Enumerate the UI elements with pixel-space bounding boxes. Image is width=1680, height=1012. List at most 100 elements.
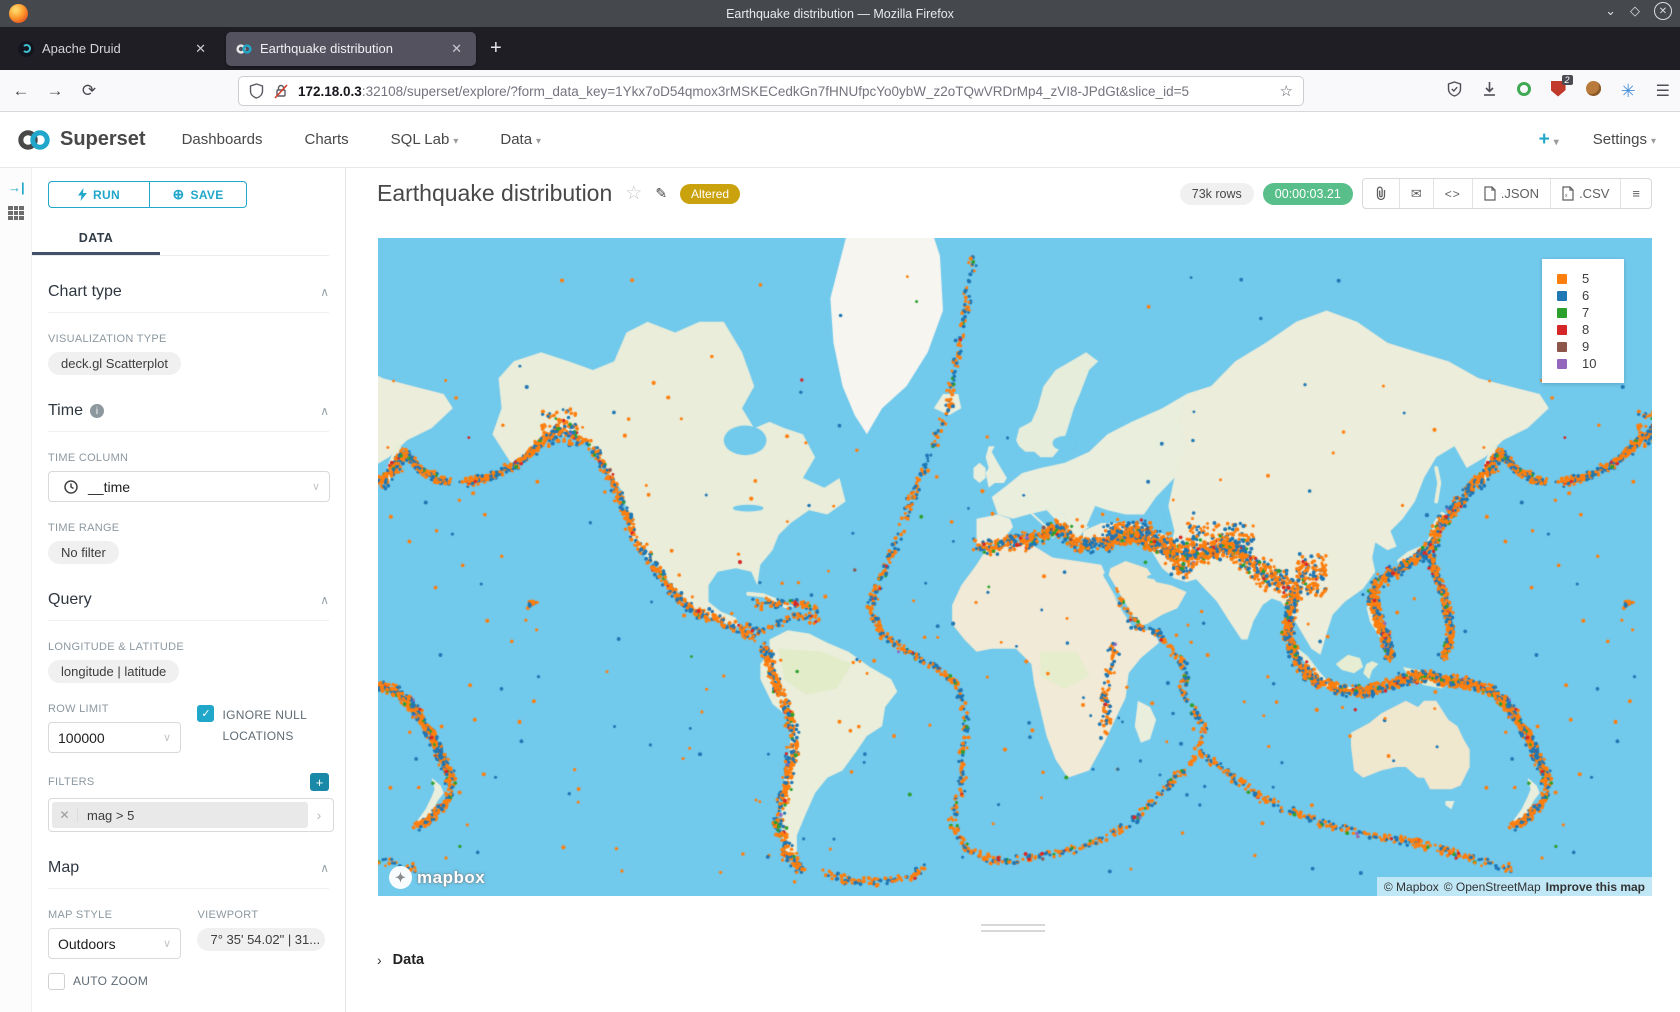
superset-logo[interactable]: Superset (16, 128, 146, 152)
export-csv-button[interactable]: x .CSV (1551, 179, 1621, 208)
map-canvas[interactable] (378, 238, 1652, 896)
tab-apache-druid[interactable]: Apache Druid ✕ (8, 32, 220, 66)
dataset-grid-icon[interactable] (8, 206, 24, 220)
legend-item: 5 (1557, 270, 1624, 287)
maximize-button[interactable]: ◇ (1630, 3, 1640, 19)
section-query[interactable]: Query ∧ (48, 591, 329, 621)
attribution-osm-link[interactable]: © OpenStreetMap (1444, 880, 1541, 894)
tracking-shield-icon[interactable] (249, 83, 264, 99)
chart-title: Earthquake distribution (377, 180, 612, 207)
reload-button[interactable]: ⟳ (72, 81, 106, 101)
ublock-icon[interactable]: 2 (1551, 81, 1566, 102)
filter-control: ✕ mag > 5 › (48, 798, 334, 832)
legend-label: 9 (1582, 339, 1589, 354)
back-button[interactable]: ← (4, 81, 38, 101)
envelope-icon: ✉ (1411, 186, 1422, 202)
url-bar[interactable]: 172.18.0.3:32108/superset/explore/?form_… (238, 76, 1304, 106)
legend-item: 7 (1557, 304, 1624, 321)
collapsed-datasource-rail: →| (0, 168, 32, 1012)
new-tab-button[interactable]: + (490, 37, 502, 60)
superset-navbar: Superset Dashboards Charts SQL Lab▾ Data… (0, 112, 1680, 168)
section-chart-type[interactable]: Chart type ∧ (48, 283, 329, 313)
section-map[interactable]: Map ∧ (48, 859, 329, 889)
downloads-icon[interactable] (1482, 81, 1497, 102)
druid-favicon (18, 41, 34, 57)
legend-label: 10 (1582, 356, 1596, 371)
tab-close-icon[interactable]: ✕ (447, 39, 466, 59)
attribution-mapbox-link[interactable]: © Mapbox (1384, 880, 1439, 894)
legend-swatch (1557, 308, 1567, 318)
map-legend: 5678 9 10 (1542, 259, 1624, 383)
expand-datasource-icon[interactable]: →| (8, 180, 25, 195)
lonlat-pill[interactable]: longitude | latitude (48, 660, 179, 683)
chevron-down-icon: ∨ (312, 480, 320, 493)
ignore-null-checkbox[interactable]: ✓ (197, 705, 214, 722)
run-button[interactable]: RUN (48, 181, 149, 208)
plus-circle-icon: ⊕ (172, 186, 184, 203)
chart-menu-button[interactable]: ≡ (1621, 179, 1651, 208)
favorite-star-icon[interactable]: ☆ (625, 182, 642, 205)
time-column-select[interactable]: __time ∨ (48, 471, 330, 502)
edit-properties-icon[interactable]: ✎ (655, 185, 667, 202)
chevron-right-icon[interactable]: › (308, 807, 330, 823)
settings-menu[interactable]: Settings▾ (1593, 131, 1656, 148)
auto-zoom-label: AUTO ZOOM (73, 971, 148, 992)
shield-check-extension-icon[interactable] (1447, 81, 1462, 102)
nav-charts[interactable]: Charts (304, 131, 348, 148)
export-json-button[interactable]: .JSON (1473, 179, 1551, 208)
row-limit-label: ROW LIMIT (48, 703, 197, 715)
save-button[interactable]: ⊕ SAVE (149, 181, 247, 208)
embed-code-button[interactable]: <> (1434, 179, 1473, 208)
row-limit-select[interactable]: 100000 ∨ (48, 722, 181, 753)
share-link-button[interactable] (1363, 179, 1400, 208)
sparkle-extension-icon[interactable]: ✳ (1621, 81, 1636, 102)
auto-zoom-checkbox[interactable] (48, 973, 65, 990)
chevron-up-icon: ∧ (320, 861, 329, 875)
panel-drag-handle[interactable] (981, 924, 1045, 936)
menu-hamburger-icon[interactable]: ☰ (1656, 81, 1670, 101)
tab-earthquake-distribution[interactable]: Earthquake distribution ✕ (226, 32, 476, 66)
bookmark-star-icon[interactable]: ☆ (1280, 82, 1293, 100)
minimize-button[interactable]: ⌄ (1605, 3, 1616, 19)
extension-ring-icon[interactable] (1517, 82, 1531, 101)
tab-close-icon[interactable]: ✕ (191, 39, 210, 59)
chevron-down-icon: ▾ (1554, 137, 1559, 148)
forward-button[interactable]: → (38, 81, 72, 101)
close-button[interactable]: ✕ (1654, 2, 1672, 20)
mapbox-logo[interactable]: ✦ mapbox (389, 866, 485, 889)
map-style-select[interactable]: Outdoors ∨ (48, 928, 181, 959)
time-range-pill[interactable]: No filter (48, 541, 119, 564)
legend-item: 8 (1557, 321, 1624, 338)
improve-map-link[interactable]: Improve this map (1546, 880, 1645, 894)
legend-swatch (1557, 342, 1567, 352)
viz-type-pill[interactable]: deck.gl Scatterplot (48, 352, 181, 375)
superset-infinity-icon (16, 128, 52, 152)
legend-item: 6 (1557, 287, 1624, 304)
section-time[interactable]: Timei ∧ (48, 402, 329, 432)
lightning-icon (78, 188, 87, 201)
tab-data[interactable]: DATA (32, 222, 160, 255)
filter-pill[interactable]: ✕ mag > 5 (52, 802, 308, 828)
firefox-icon (9, 4, 28, 23)
legend-swatch (1557, 274, 1567, 284)
viewport-pill[interactable]: 7° 35' 54.02" | 31... (197, 928, 325, 951)
chevron-up-icon: ∧ (320, 404, 329, 418)
insecure-lock-icon[interactable] (274, 83, 288, 99)
add-new-button[interactable]: +▾ (1539, 129, 1559, 151)
nav-data[interactable]: Data▾ (500, 131, 541, 148)
legend-label: 6 (1582, 288, 1589, 303)
cookie-extension-icon[interactable] (1586, 81, 1601, 101)
deckgl-map[interactable]: 5678 9 10 ✦ mapbox © Mapbox © OpenStreetMa… (378, 238, 1652, 896)
email-button[interactable]: ✉ (1400, 179, 1434, 208)
data-panel-toggle[interactable]: › Data (377, 952, 424, 968)
file-icon: x (1562, 186, 1574, 201)
viewport-label: VIEWPORT (197, 909, 329, 921)
tab-bar: Apache Druid ✕ Earthquake distribution ✕… (0, 27, 1680, 70)
legend-label: 8 (1582, 322, 1589, 337)
nav-dashboards[interactable]: Dashboards (182, 131, 263, 148)
nav-sql-lab[interactable]: SQL Lab▾ (391, 131, 459, 148)
time-range-label: TIME RANGE (48, 522, 329, 534)
control-panel: RUN ⊕ SAVE DATA Chart type ∧ VISUALIZATI… (32, 168, 346, 1012)
add-filter-button[interactable]: + (310, 773, 329, 791)
remove-filter-icon[interactable]: ✕ (52, 808, 78, 822)
